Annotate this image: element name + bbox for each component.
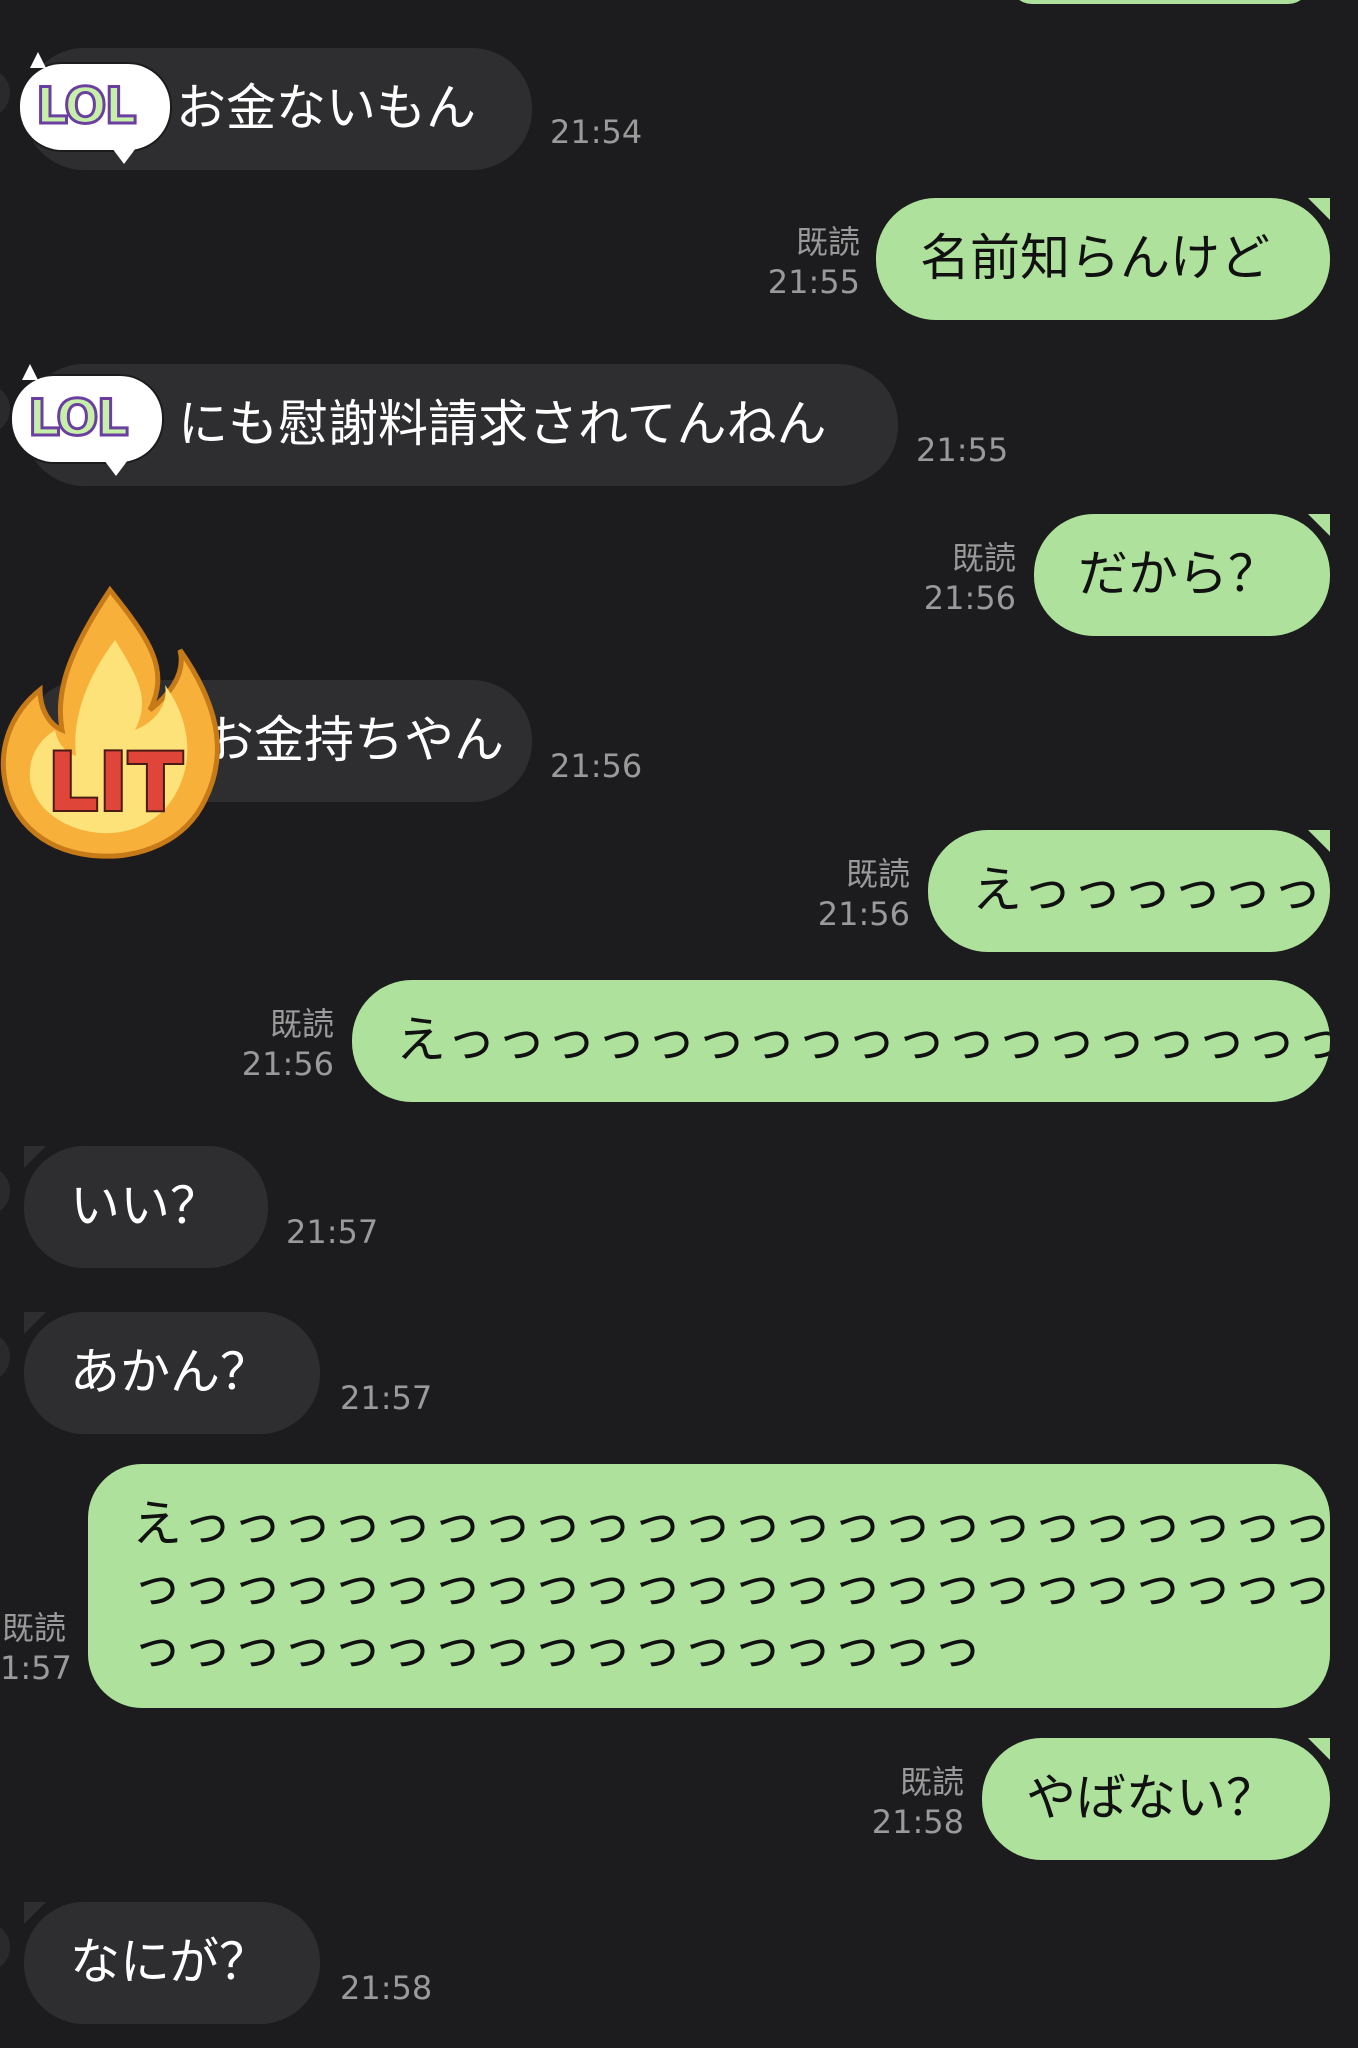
message-text: 名前知らんけど	[920, 229, 1270, 287]
lit-fire-sticker: LIT	[0, 585, 220, 859]
message-bubble[interactable]: なにが？	[24, 1902, 320, 2024]
message-row-incoming: お金ないもん 21:54 LOL	[0, 48, 1358, 170]
read-receipt: 既読	[845, 855, 910, 893]
message-bubble[interactable]: 名前知らんけど	[876, 198, 1330, 320]
message-time: 21:56	[923, 579, 1016, 617]
message-text: いい？	[70, 1177, 220, 1235]
message-text: やばない？	[1026, 1769, 1276, 1827]
message-text: えっっっっっっ	[972, 861, 1322, 919]
lit-sticker-label: LIT	[47, 736, 183, 829]
avatar[interactable]	[0, 1166, 10, 1216]
message-bubble[interactable]: やばない？	[982, 1738, 1330, 1860]
read-receipt: 既読	[2, 1609, 67, 1647]
lol-sticker: LOL	[12, 364, 162, 476]
message-text: お金ないもん	[176, 79, 476, 137]
message-text: あかん？	[70, 1343, 270, 1401]
avatar[interactable]	[0, 1332, 10, 1382]
message-text: だから？	[1078, 545, 1278, 603]
lol-sticker-label: LOL	[26, 389, 129, 448]
message-time: 21:56	[550, 747, 643, 785]
message-row-outgoing: えっっっっっっっっっっっっっっっっっっっっっっっ 既読 21:56	[0, 980, 1358, 1102]
message-time: 21:57	[340, 1379, 433, 1417]
message-time: 21:56	[817, 895, 910, 933]
message-time: 21:58	[340, 1969, 433, 2007]
message-row-incoming: あかん？ 21:57	[0, 1312, 1358, 1434]
message-row-outgoing: えっっっっっっ 既読 21:56	[0, 830, 1358, 952]
message-row-outgoing: やばない？ 既読 21:58	[0, 1738, 1358, 1860]
message-text-line: っっっっっっっっっっっっっっっっっっっっっっっっ	[132, 1557, 1330, 1615]
message-row-outgoing: 名前知らんけど 既読 21:55	[0, 198, 1358, 320]
message-time: 21:54	[550, 113, 643, 151]
partial-outgoing-bubble	[1010, 0, 1310, 4]
message-bubble[interactable]: あかん？	[24, 1312, 320, 1434]
read-receipt: 既読	[951, 539, 1016, 577]
message-text: お金持ちやん	[204, 711, 504, 769]
avatar[interactable]	[0, 68, 10, 118]
message-time: 21:58	[871, 1803, 964, 1841]
read-receipt: 既読	[269, 1005, 334, 1043]
message-row-incoming: なにが？ 21:58	[0, 1902, 1358, 2024]
message-time: 21:55	[767, 263, 860, 301]
message-time: 21:55	[916, 431, 1009, 469]
message-bubble[interactable]: えっっっっっっっっっっっっっっっっっっっっっっっ っっっっっっっっっっっっっっっ…	[88, 1464, 1330, 1708]
message-text: にも慰謝料請求されてんねん	[178, 395, 827, 453]
message-text: えっっっっっっっっっっっっっっっっっっっっっっっ	[396, 1011, 1330, 1069]
message-text-line: っっっっっっっっっっっっっっっっっ	[132, 1619, 982, 1677]
lol-sticker: LOL	[20, 52, 170, 164]
message-bubble[interactable]: いい？	[24, 1146, 268, 1268]
avatar[interactable]	[0, 384, 10, 434]
message-row-outgoing: えっっっっっっっっっっっっっっっっっっっっっっっ っっっっっっっっっっっっっっっ…	[0, 1464, 1358, 1708]
read-receipt: 既読	[795, 223, 860, 261]
message-time: 21:56	[241, 1045, 334, 1083]
lol-sticker-label: LOL	[34, 77, 137, 136]
message-row-incoming: いい？ 21:57	[0, 1146, 1358, 1268]
message-time: 1:57	[0, 1649, 72, 1687]
message-bubble[interactable]: えっっっっっっっっっっっっっっっっっっっっっっっ	[352, 980, 1330, 1102]
avatar[interactable]	[0, 1922, 10, 1972]
message-text-line: えっっっっっっっっっっっっっっっっっっっっっっっ	[132, 1495, 1330, 1553]
message-bubble[interactable]: えっっっっっっ	[928, 830, 1330, 952]
message-row-incoming: にも慰謝料請求されてんねん 21:55 LOL	[0, 364, 1358, 486]
message-bubble[interactable]: だから？	[1034, 514, 1330, 636]
message-text: なにが？	[70, 1933, 269, 1991]
message-time: 21:57	[286, 1213, 379, 1251]
read-receipt: 既読	[899, 1763, 964, 1801]
